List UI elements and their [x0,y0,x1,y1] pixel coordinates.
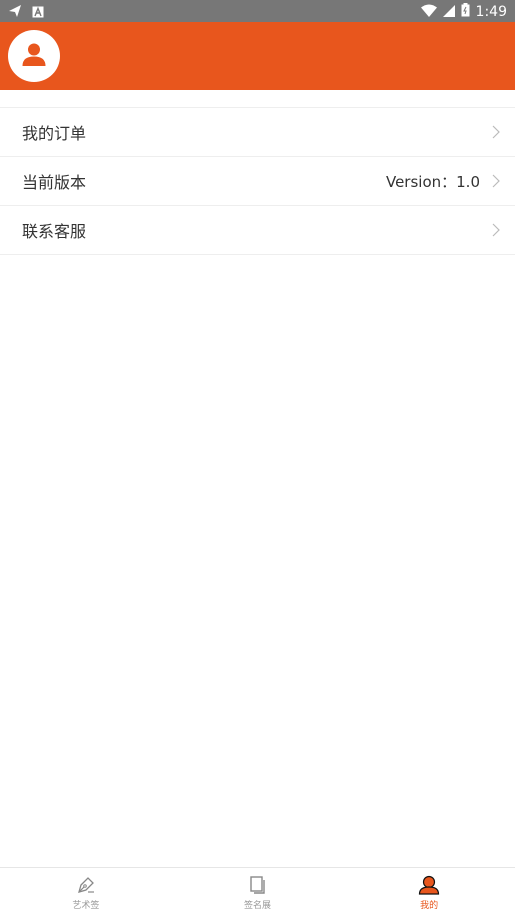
avatar[interactable] [8,30,60,82]
pages-icon [249,874,267,896]
wifi-icon [420,2,437,21]
status-bar: 1:49 [0,0,515,22]
menu-item-version[interactable]: 当前版本 Version：1.0 [0,157,515,206]
chevron-right-icon [492,124,500,143]
menu-item-label: 当前版本 [22,173,87,192]
pen-icon [76,874,96,896]
menu-item-customer-service[interactable]: 联系客服 [0,206,515,255]
chevron-right-icon [492,222,500,241]
tab-label: 我的 [420,901,439,911]
tab-art-signature[interactable]: 艺术签 [0,868,172,916]
signal-icon [442,2,455,21]
status-right-icons: 1:49 [420,2,507,21]
tab-label: 艺术签 [72,901,100,911]
status-left-icons [8,3,44,22]
user-icon [21,41,47,71]
version-value: Version：1.0 [385,172,480,191]
menu-item-orders[interactable]: 我的订单 [0,108,515,157]
tab-signature-gallery[interactable]: 签名展 [172,868,344,916]
menu-item-label: 联系客服 [22,222,87,241]
tab-mine[interactable]: 我的 [343,868,515,916]
status-time: 1:49 [475,3,507,20]
app-screen: 1:49 我的订单 当前版本 Version：1.0 联系客服 艺术签 签名展 … [0,0,515,916]
menu-list: 我的订单 当前版本 Version：1.0 联系客服 [0,107,515,255]
send-icon [8,3,22,22]
battery-icon [461,2,470,21]
profile-header [0,22,515,90]
user-icon [418,874,440,896]
bottom-nav: 艺术签 签名展 我的 [0,867,515,916]
chevron-right-icon [492,173,500,192]
notification-a-icon [32,3,44,22]
tab-label: 签名展 [244,901,272,911]
menu-item-label: 我的订单 [22,124,87,143]
